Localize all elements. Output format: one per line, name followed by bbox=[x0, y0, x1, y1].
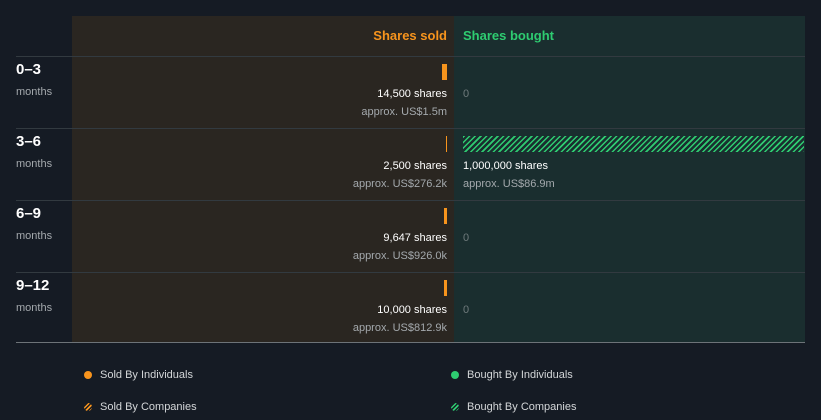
legend-sold-individuals: Sold By Individuals bbox=[84, 369, 193, 381]
row-divider bbox=[16, 272, 805, 273]
sold-shares-label: 2,500 shares bbox=[383, 160, 447, 172]
bought-companies-hatch-icon bbox=[451, 403, 459, 411]
bought-bar bbox=[463, 136, 804, 152]
legend-label: Sold By Companies bbox=[100, 401, 197, 413]
legend-bought-companies: Bought By Companies bbox=[451, 401, 576, 413]
period-unit-label: months bbox=[16, 86, 53, 98]
sold-value-label: approx. US$812.9k bbox=[352, 322, 447, 334]
row-divider bbox=[16, 56, 805, 57]
chart-baseline bbox=[16, 342, 805, 343]
legend-bought-individuals: Bought By Individuals bbox=[451, 369, 573, 381]
shares-bought-header: Shares bought bbox=[463, 28, 555, 43]
sold-bar bbox=[446, 136, 447, 152]
period-unit-label: months bbox=[16, 230, 53, 242]
sold-bar bbox=[444, 280, 447, 296]
row-divider bbox=[16, 128, 805, 129]
bought-individuals-dot-icon bbox=[451, 371, 459, 379]
bought-value-label: approx. US$86.9m bbox=[463, 178, 555, 190]
period-label: 6–9 bbox=[16, 205, 42, 222]
sold-individuals-dot-icon bbox=[84, 371, 92, 379]
bought-zero-label: 0 bbox=[463, 232, 470, 244]
shares-sold-header: Shares sold bbox=[373, 28, 447, 43]
sold-shares-label: 14,500 shares bbox=[377, 88, 447, 100]
period-unit-label: months bbox=[16, 158, 53, 170]
sold-shares-label: 9,647 shares bbox=[383, 232, 447, 244]
sold-value-label: approx. US$926.0k bbox=[352, 250, 447, 262]
sold-bar bbox=[444, 208, 447, 224]
legend-label: Bought By Companies bbox=[467, 401, 577, 413]
sold-shares-label: 10,000 shares bbox=[377, 304, 447, 316]
period-label: 9–12 bbox=[16, 277, 50, 294]
row-divider bbox=[16, 200, 805, 201]
sold-value-label: approx. US$276.2k bbox=[352, 178, 447, 190]
sold-value-label: approx. US$1.5m bbox=[361, 106, 447, 118]
sold-bar bbox=[442, 64, 447, 80]
legend-label: Sold By Individuals bbox=[100, 369, 193, 381]
legend-sold-companies: Sold By Companies bbox=[84, 401, 197, 413]
bought-zero-label: 0 bbox=[463, 304, 470, 316]
legend-label: Bought By Individuals bbox=[467, 369, 573, 381]
bought-zero-label: 0 bbox=[463, 88, 470, 100]
bought-shares-label: 1,000,000 shares bbox=[463, 160, 549, 172]
sold-companies-hatch-icon bbox=[84, 403, 92, 411]
period-label: 3–6 bbox=[16, 133, 42, 150]
period-unit-label: months bbox=[16, 302, 53, 314]
period-label: 0–3 bbox=[16, 61, 42, 78]
